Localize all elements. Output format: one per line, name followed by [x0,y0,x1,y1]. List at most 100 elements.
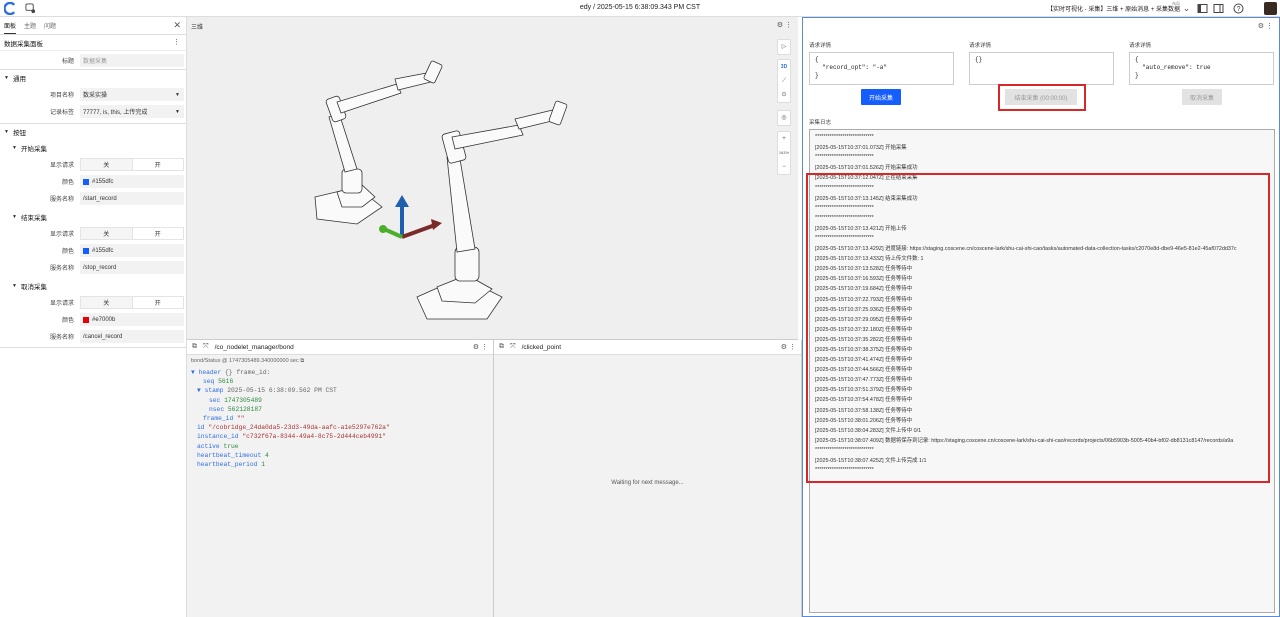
tab-topics[interactable]: 主题 [24,18,36,33]
caret-down-icon: ▼ [4,129,9,135]
record-tag-select[interactable]: 77777, is, this, 上传完成 ▼ [80,105,184,118]
section-buttons[interactable]: ▼ 按钮 [0,124,186,140]
ruler-icon[interactable]: ⟋ [782,74,786,88]
close-icon[interactable]: ✕ [173,20,181,31]
highlight-box-stop [998,84,1086,111]
more-icon[interactable]: ⋮ [785,22,792,29]
panel-tools: ⚙ ⋮ [781,343,796,351]
user-avatar[interactable] [1264,2,1277,15]
robot-arm-scene [314,60,568,320]
record-tag-label: 记录标签 [49,110,74,116]
tab-problems[interactable]: 问题 [44,18,56,33]
project-select[interactable]: 数采实操 ▼ [80,88,184,101]
group-stop-record[interactable]: ▼ 结束采集 [0,209,186,225]
color-input[interactable]: #e7000b [80,313,184,326]
cancel-request-detail[interactable]: { "auto_remove": true } [1129,52,1274,85]
settings-icon[interactable]: ⚙ [1258,23,1264,30]
raw-message-panel-bond[interactable]: ⧉ ⤧ /co_nodelet_manager/bond ⚙ ⋮ bond/St… [187,340,494,617]
focus-icon[interactable]: ◎ [781,111,786,125]
toggle-off[interactable]: 关 [81,297,132,308]
topic-icon[interactable]: ⧉ [192,343,197,351]
cancel-record-button[interactable]: 取消采集 [1182,89,1222,105]
field-value: 2025-05-15 6:38:09.562 PM CST [227,387,337,395]
log-line: **************************** [815,154,874,161]
group-name: 开始采集 [20,146,47,153]
expand-icon[interactable]: ⤧ [510,343,516,351]
more-icon[interactable]: ⋮ [789,344,796,351]
settings-icon[interactable]: ⚙ [777,22,783,29]
highlight-box-log [806,173,1270,483]
show-request-toggle[interactable]: 关开 [80,227,184,240]
field-key: sec [209,396,221,404]
field-value: 1747305489 [224,396,262,404]
right-sidebar-icon[interactable] [1213,3,1224,14]
color-input[interactable]: #155dfc [80,244,184,257]
panel-header: ⧉ ⤧ /clicked_point ⚙ ⋮ [494,340,801,355]
select-icon[interactable]: ▷ [782,40,787,54]
start-record-button[interactable]: 开始采集 [861,89,901,105]
color-input[interactable]: #155dfc [80,175,184,188]
topic-name[interactable]: /co_nodelet_manager/bond [215,344,294,351]
service-input[interactable]: /cancel_record [80,330,184,343]
color-swatch[interactable] [83,316,89,323]
field-value: {} frame_id: [225,369,271,376]
service-label: 服务名称 [49,335,74,341]
title-field-label: 标题 [61,58,74,65]
more-icon[interactable]: ⋮ [1266,23,1273,30]
group-cancel-record[interactable]: ▼ 取消采集 [0,278,186,294]
service-value: /stop_record [83,264,117,271]
left-sidebar-icon[interactable] [1197,3,1208,14]
log-line: **************************** [815,134,874,141]
settings-icon[interactable]: ⚙ [473,344,479,351]
chevron-down-icon[interactable]: ⌄ [1181,3,1192,14]
zoom-in-icon[interactable]: + [782,132,786,146]
toggle-on[interactable]: 开 [131,228,183,239]
toggle-on[interactable]: 开 [131,159,183,170]
svg-text:?: ? [1237,6,1241,13]
data-collection-panel[interactable]: ⚙ ⋮ 请求详情 { "record_opt": "-a" } 请求详情 {} … [802,17,1280,617]
panel-tools: ⚙ ⋮ [473,343,488,351]
service-input[interactable]: /stop_record [80,261,184,274]
show-request-toggle[interactable]: 关开 [80,158,184,171]
more-icon[interactable]: ⋮ [173,38,180,46]
toggle-off[interactable]: 关 [81,228,132,239]
color-swatch[interactable] [83,247,89,254]
toggle-off[interactable]: 关 [81,159,132,170]
copy-icon[interactable]: ⧉ [300,358,304,364]
3d-toggle[interactable]: 3D [781,60,787,74]
settings-icon[interactable]: ⚙ [781,344,787,351]
expand-icon[interactable]: ⤧ [203,343,209,351]
topic-icon[interactable]: ⧉ [499,343,504,351]
color-value: #155dfc [92,178,114,185]
axes-gizmo [379,195,442,239]
zoom-out-icon[interactable]: − [782,160,786,174]
log-label: 采集日志 [809,120,832,126]
show-request-toggle[interactable]: 关开 [80,296,184,309]
tab-panels[interactable]: 面板 [4,18,17,34]
start-request-detail[interactable]: { "record_opt": "-a" } [809,52,954,85]
field-value: 4 [265,451,269,459]
field-key: instance_id [197,433,239,441]
3d-panel[interactable]: 三维 ⚙ ⋮ ▷ 3D ⟋ ⊙ ◎ + 181% − [187,17,798,340]
publish-point-icon[interactable]: ⊙ [781,88,786,102]
topic-name[interactable]: /clicked_point [522,344,561,351]
title-input[interactable]: 数据采集 [80,53,184,67]
request-detail-label: 请求详情 [809,43,832,49]
caret-down-icon: ▼ [12,283,17,289]
sidebar-tabs: 面板 主题 问题 ✕ [0,17,186,35]
layout-selector[interactable]: 布局 【实时可视化 - 采集】三维 + 原始消息 + 采集数据 [1047,1,1180,14]
section-general-label: 通用 [12,76,26,83]
service-input[interactable]: /start_record [80,192,184,205]
raw-message-panel-clicked-point[interactable]: ⧉ ⤧ /clicked_point ⚙ ⋮ Waiting for next … [494,340,802,617]
color-swatch[interactable] [83,178,89,185]
section-general[interactable]: ▼ 通用 [0,70,186,86]
color-label: 颜色 [61,180,74,186]
zoom-level: 181% [778,150,790,155]
more-icon[interactable]: ⋮ [481,344,488,351]
toggle-on[interactable]: 开 [131,297,183,308]
group-start-record[interactable]: ▼ 开始采集 [0,140,186,156]
field-key: header [198,369,222,376]
group-name: 取消采集 [20,284,47,291]
help-icon[interactable]: ? [1233,3,1244,14]
stop-request-detail[interactable]: {} [969,52,1114,85]
